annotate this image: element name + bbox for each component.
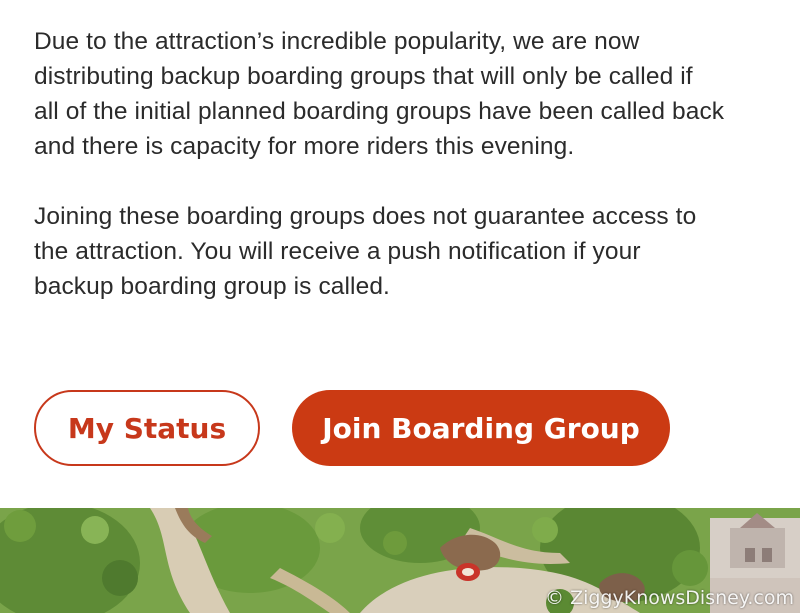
info-line: Due to the attraction’s incredible popul… xyxy=(34,28,640,55)
info-line: all of the initial planned boarding grou… xyxy=(34,98,725,125)
info-line: the attraction. You will receive a push … xyxy=(34,238,641,265)
info-line: Joining these boarding groups does not g… xyxy=(34,203,697,230)
info-text: Due to the attraction’s incredible popul… xyxy=(34,24,774,304)
info-line: backup boarding group is called. xyxy=(34,273,390,300)
join-boarding-group-label: Join Boarding Group xyxy=(322,411,640,445)
info-line: and there is capacity for more riders th… xyxy=(34,133,575,160)
park-map[interactable]: © ZiggyKnowsDisney.com xyxy=(0,508,800,613)
my-status-label: My Status xyxy=(67,411,227,445)
map-watermark: © ZiggyKnowsDisney.com xyxy=(545,587,794,609)
info-paragraph-2: Joining these boarding groups does not g… xyxy=(34,199,774,304)
info-paragraph-1: Due to the attraction’s incredible popul… xyxy=(34,24,774,164)
info-line: distributing backup boarding groups that… xyxy=(34,63,693,90)
join-boarding-group-button[interactable]: Join Boarding Group xyxy=(292,390,670,466)
my-status-button[interactable]: My Status xyxy=(34,390,260,466)
